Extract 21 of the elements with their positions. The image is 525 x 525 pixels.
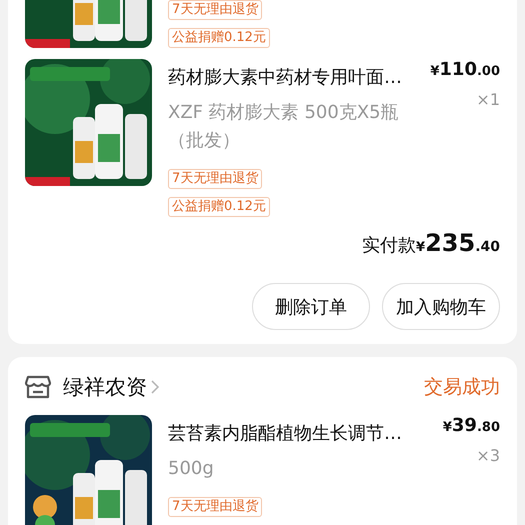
total-amount: ¥235.40	[416, 229, 500, 257]
action-button[interactable]: 删除订单	[252, 283, 370, 330]
service-tag: 公益捐赠0.12元	[168, 197, 270, 217]
service-tag: 7天无理由退货	[168, 169, 262, 189]
quantity: ×3	[476, 446, 500, 465]
product-spec: XZF 药材膨大素 500克X5瓶（批发）	[168, 101, 400, 153]
product-title[interactable]: 芸苔素内脂酯植物生长调节…	[168, 421, 402, 445]
product-spec: 500g	[168, 457, 215, 481]
order-status: 交易成功	[424, 375, 500, 400]
shop-name[interactable]: 绿祥农资	[63, 373, 147, 401]
chevron-right-icon	[151, 380, 160, 394]
product-price: ¥39.80	[442, 415, 500, 436]
action-button[interactable]: 加入购物车	[382, 283, 500, 330]
service-tag: 7天无理由退货	[168, 497, 262, 517]
product-title[interactable]: 药材膨大素中药材专用叶面…	[168, 65, 402, 89]
service-tag: 公益捐赠0.12元	[168, 28, 270, 48]
service-tag: 7天无理由退货	[168, 0, 262, 20]
product-price: ¥110.00	[430, 59, 500, 80]
store-icon	[25, 375, 51, 399]
quantity: ×1	[476, 90, 500, 109]
total-label: 实付款	[362, 234, 416, 257]
